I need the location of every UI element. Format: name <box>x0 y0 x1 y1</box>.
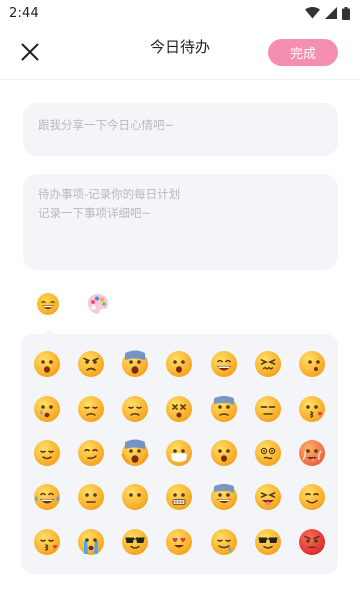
squinting-tongue-face-icon <box>254 484 281 511</box>
todo-placeholder-line2: 记录一下事项详细吧~ <box>38 206 152 220</box>
laughing-tears-face-icon <box>34 484 61 511</box>
angry-face-icon <box>78 351 105 378</box>
frowning-side-eye-face-icon <box>298 351 325 378</box>
relieved-face-icon <box>34 439 61 466</box>
confounded-face-icon <box>254 351 281 378</box>
mood-input[interactable]: 跟我分享一下今日心情吧~ <box>23 103 338 156</box>
grinning-face-icon <box>210 351 237 378</box>
tab-emoji[interactable] <box>35 291 61 336</box>
emoji-panel <box>21 334 338 574</box>
emoji-expressionless-face[interactable] <box>246 386 290 430</box>
emoji-mask-face[interactable] <box>157 431 201 475</box>
emoji-neutral-face[interactable] <box>69 475 113 519</box>
cool-face-icon <box>254 528 281 555</box>
emoji-heart-eyes-face[interactable] <box>157 520 201 564</box>
emoji-dizzy-face[interactable] <box>157 386 201 430</box>
emoji-drooling-face[interactable] <box>202 520 246 564</box>
pensive-face-icon <box>78 395 105 422</box>
emoji-grinning-face[interactable] <box>202 342 246 386</box>
cellular-signal-icon <box>325 7 337 19</box>
smirking-face-icon <box>78 439 105 466</box>
mask-face-icon <box>166 439 193 466</box>
sad-tear-face-icon <box>34 395 61 422</box>
status-icons <box>305 6 350 20</box>
expressionless-face-icon <box>254 395 281 422</box>
frowning-face-icon <box>34 351 61 378</box>
grimacing-face-icon <box>166 484 193 511</box>
astonished-face-icon <box>166 351 193 378</box>
emoji-angry-face[interactable] <box>69 342 113 386</box>
todo-placeholder-line1: 待办事项-记录你的每日计划 <box>38 187 181 201</box>
spiral-eyes-face-icon <box>254 439 281 466</box>
tab-palette[interactable] <box>85 291 111 317</box>
emoji-squinting-tongue-face[interactable] <box>246 475 290 519</box>
crying-face-icon <box>78 528 105 555</box>
sweat-face-icon <box>210 395 237 422</box>
emoji-pensive-face[interactable] <box>69 386 113 430</box>
emoji-kissing-face[interactable] <box>290 386 334 430</box>
todo-input[interactable]: 待办事项-记录你的每日计划 记录一下事项详细吧~ <box>23 174 338 270</box>
emoji-screaming-face[interactable] <box>113 431 157 475</box>
status-bar: 2:44 <box>0 0 360 26</box>
emoji-confounded-face[interactable] <box>246 342 290 386</box>
emoji-spiral-eyes-face[interactable] <box>246 431 290 475</box>
emoji-hot-face[interactable] <box>290 431 334 475</box>
status-time: 2:44 <box>9 5 39 21</box>
mood-input-placeholder: 跟我分享一下今日心情吧~ <box>38 118 175 132</box>
emoji-kissing-closed-eyes-face[interactable] <box>25 520 69 564</box>
hot-face-icon <box>298 439 325 466</box>
palette-tab-icon <box>87 294 109 314</box>
emoji-red-angry-face[interactable] <box>290 520 334 564</box>
battery-icon <box>342 6 350 20</box>
emoji-laughing-tears-face[interactable] <box>25 475 69 519</box>
red-angry-face-icon <box>298 528 325 555</box>
blank-face-icon <box>122 484 149 511</box>
emoji-disappointed-face[interactable] <box>113 386 157 430</box>
drooling-face-icon <box>210 528 237 555</box>
heart-eyes-face-icon <box>166 528 193 555</box>
emoji-cool-face[interactable] <box>246 520 290 564</box>
emoji-frowning-side-eye-face[interactable] <box>290 342 334 386</box>
emoji-crying-face[interactable] <box>69 520 113 564</box>
kissing-closed-eyes-face-icon <box>34 528 61 555</box>
wifi-icon <box>305 7 320 19</box>
sweat-smile-face-icon <box>210 484 237 511</box>
emoji-smirking-face[interactable] <box>69 431 113 475</box>
emoji-grimacing-face[interactable] <box>157 475 201 519</box>
disappointed-face-icon <box>122 395 149 422</box>
emoji-sunglasses-face[interactable] <box>113 520 157 564</box>
emoji-blank-face[interactable] <box>113 475 157 519</box>
header: 今日待办 完成 <box>0 26 360 80</box>
emoji-sweat-smile-face[interactable] <box>202 475 246 519</box>
neutral-face-icon <box>78 484 105 511</box>
open-mouth-face-icon <box>210 439 237 466</box>
emoji-sad-tear-face[interactable] <box>25 386 69 430</box>
dizzy-face-icon <box>166 395 193 422</box>
screaming-face-icon <box>121 439 149 466</box>
emoji-frowning-face[interactable] <box>25 342 69 386</box>
kissing-face-icon <box>298 395 325 422</box>
emoji-smiling-face[interactable] <box>290 475 334 519</box>
emoji-relieved-face[interactable] <box>25 431 69 475</box>
emoji-open-mouth-face[interactable] <box>202 431 246 475</box>
emoji-sweat-face[interactable] <box>202 386 246 430</box>
emoji-fearful-face[interactable] <box>113 342 157 386</box>
done-button[interactable]: 完成 <box>268 39 338 66</box>
fearful-face-icon <box>122 350 149 378</box>
sunglasses-face-icon <box>122 528 149 555</box>
smiling-face-icon <box>298 484 325 511</box>
emoji-astonished-face[interactable] <box>157 342 201 386</box>
emoji-tab-icon <box>37 293 59 315</box>
